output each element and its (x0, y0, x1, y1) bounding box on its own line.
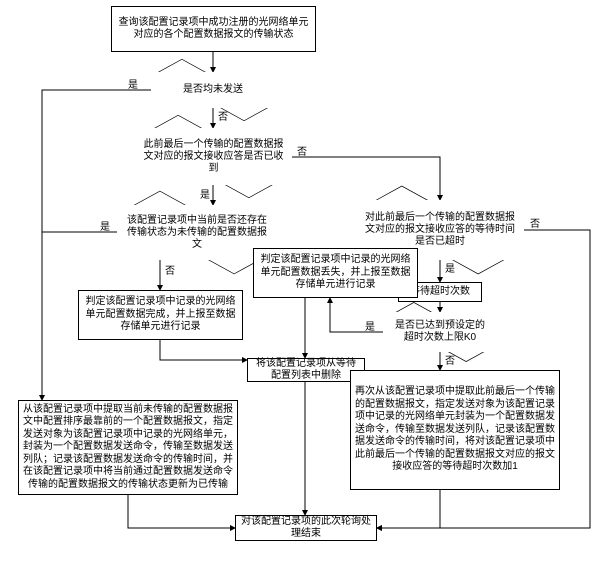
decision-ack-received: 此前最后一个传输的配置数据报文对应的报文接收应答是否已收到 (135, 128, 292, 185)
node-lost-text: 判定该配置记录项中记录的光网络单元配置数据丢失，并上报至数据存储单元进行记录 (258, 254, 413, 292)
label-yes: 是 (365, 318, 375, 333)
node-complete: 判定该配置记录项中记录的光网络单元配置数据完成，并上报至数据存储单元进行记录 (78, 290, 243, 340)
label-yes: 是 (100, 218, 110, 233)
label-no: 否 (530, 215, 540, 230)
node-extract-left: 从该配置记录项中提取当前未传输的配置数据报文中配置排序最靠前的一个配置数据报文，… (18, 400, 238, 495)
node-start-text: 查询该配置记录项中成功注册的光网络单元对应的各个配置数据报文的传输状态 (116, 17, 311, 42)
node-extract-left-text: 从该配置记录项中提取当前未传输的配置数据报文中配置排序最靠前的一个配置数据报文，… (23, 404, 233, 492)
node-end-text: 对该配置记录项的此次轮询处理结束 (240, 516, 372, 541)
node-complete-text: 判定该配置记录项中记录的光网络单元配置数据完成，并上报至数据存储单元进行记录 (83, 296, 238, 334)
decision-ack-received-text: 此前最后一个传输的配置数据报文对应的报文接收应答是否已收到 (135, 139, 292, 175)
label-no: 否 (165, 262, 175, 277)
label-no: 否 (445, 352, 455, 367)
label-no: 否 (297, 143, 307, 158)
decision-reach-k0-text: 是否已达到预设定的超时次数上限K0 (383, 320, 497, 344)
node-extract-right: 再次从该配置记录项中提取此前最后一个传输的配置数据报文，指定发送对象为该配置记录… (350, 370, 560, 490)
node-end: 对该配置记录项的此次轮询处理结束 (235, 515, 377, 541)
label-yes: 是 (128, 76, 138, 91)
node-remove: 将该配置记录项从等待配置列表中删除 (247, 358, 365, 382)
node-extract-right-text: 再次从该配置记录项中提取此前最后一个传输的配置数据报文，指定发送对象为该配置记录… (355, 386, 555, 474)
decision-timeout-text: 对此前最后一个传输的配置数据报文对应的报文接收应答的等待时间是否已超时 (356, 212, 524, 248)
decision-all-unsent: 是否均未发送 (151, 72, 275, 108)
label-yes: 是 (200, 186, 210, 201)
node-wait-count-text: 等待超时次数 (410, 286, 470, 299)
decision-pending-exists-text: 该配置记录项中当前是否还存在传输状态为未传输的配置数据报文 (117, 215, 277, 251)
node-remove-text: 将该配置记录项从等待配置列表中删除 (252, 358, 360, 383)
label-yes: 是 (445, 260, 455, 275)
node-start: 查询该配置记录项中成功注册的光网络单元对应的各个配置数据报文的传输状态 (111, 6, 316, 52)
decision-all-unsent-text: 是否均未发送 (175, 84, 251, 96)
node-lost: 判定该配置记录项中记录的光网络单元配置数据丢失，并上报至数据存储单元进行记录 (253, 248, 418, 298)
label-no: 否 (218, 108, 228, 123)
decision-reach-k0: 是否已达到预设定的超时次数上限K0 (383, 312, 497, 352)
